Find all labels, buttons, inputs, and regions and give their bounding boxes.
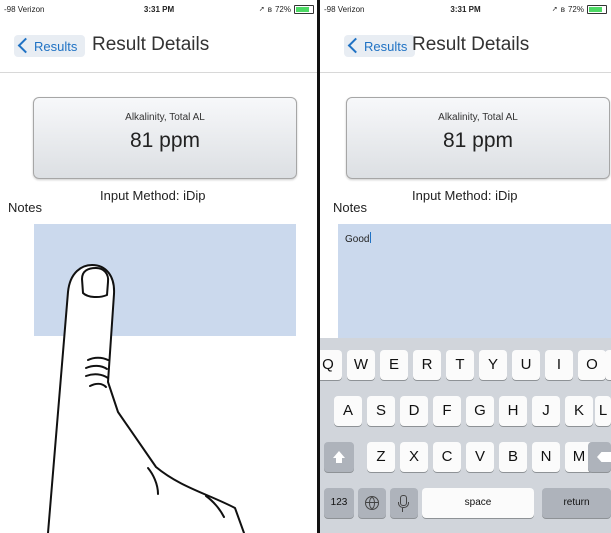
input-method-label: Input Method: iDip xyxy=(100,188,206,203)
key-b[interactable]: B xyxy=(499,442,527,472)
key-o[interactable]: O xyxy=(578,350,606,380)
chevron-left-icon xyxy=(17,37,34,54)
key-e[interactable]: E xyxy=(380,350,408,380)
back-button[interactable]: Results xyxy=(14,35,86,57)
back-button-label: Results xyxy=(364,38,408,54)
key-h[interactable]: H xyxy=(499,396,527,426)
status-bar: -98 Verizon 3:31 PM ➚ ʙ 72% xyxy=(0,0,318,18)
key-g[interactable]: G xyxy=(466,396,494,426)
page-title: Result Details xyxy=(412,34,530,55)
result-parameter: Alkalinity, Total AL xyxy=(438,112,518,123)
shift-icon xyxy=(333,451,345,458)
chevron-left-icon xyxy=(347,37,364,54)
location-arrow-icon: ➚ xyxy=(551,6,558,13)
back-button-label: Results xyxy=(34,38,78,54)
dictation-key[interactable] xyxy=(390,488,418,518)
navigation-bar: Results Result Details xyxy=(320,18,611,72)
globe-icon xyxy=(365,496,379,510)
numbers-key[interactable]: 123 xyxy=(324,488,354,518)
bluetooth-icon: ʙ xyxy=(267,4,272,14)
space-key[interactable]: space xyxy=(422,488,534,518)
return-key[interactable]: return xyxy=(542,488,611,518)
key-s[interactable]: S xyxy=(367,396,395,426)
key-n[interactable]: N xyxy=(532,442,560,472)
onscreen-keyboard: Q W E R T Y U I O P A S D F G H J K L Z … xyxy=(320,338,611,533)
nav-divider xyxy=(0,72,318,73)
nav-divider xyxy=(320,72,611,73)
key-a[interactable]: A xyxy=(334,396,362,426)
back-button[interactable]: Results xyxy=(344,35,416,57)
key-w[interactable]: W xyxy=(347,350,375,380)
backspace-key[interactable] xyxy=(588,442,611,472)
left-phone-screen: -98 Verizon 3:31 PM ➚ ʙ 72% Results Resu… xyxy=(0,0,318,533)
notes-textarea[interactable]: Good xyxy=(338,224,611,344)
key-x[interactable]: X xyxy=(400,442,428,472)
result-card[interactable]: Alkalinity, Total AL 81 ppm xyxy=(33,97,297,179)
key-d[interactable]: D xyxy=(400,396,428,426)
text-caret xyxy=(370,232,372,243)
location-arrow-icon: ➚ xyxy=(258,6,265,13)
result-card[interactable]: Alkalinity, Total AL 81 ppm xyxy=(346,97,610,179)
globe-key[interactable] xyxy=(358,488,386,518)
backspace-icon xyxy=(597,452,611,462)
bluetooth-icon: ʙ xyxy=(560,4,565,14)
page-title: Result Details xyxy=(92,34,210,55)
shift-key[interactable] xyxy=(324,442,354,472)
key-f[interactable]: F xyxy=(433,396,461,426)
key-u[interactable]: U xyxy=(512,350,540,380)
notes-text-value: Good xyxy=(345,234,370,245)
key-t[interactable]: T xyxy=(446,350,474,380)
battery-icon xyxy=(294,4,314,14)
key-i[interactable]: I xyxy=(545,350,573,380)
key-p[interactable]: P xyxy=(605,350,611,380)
result-parameter: Alkalinity, Total AL xyxy=(125,112,205,123)
key-q[interactable]: Q xyxy=(320,350,342,380)
key-k[interactable]: K xyxy=(565,396,593,426)
key-j[interactable]: J xyxy=(532,396,560,426)
input-method-label: Input Method: iDip xyxy=(412,188,518,203)
key-z[interactable]: Z xyxy=(367,442,395,472)
status-bar: -98 Verizon 3:31 PM ➚ ʙ 72% xyxy=(320,0,611,18)
notes-label: Notes xyxy=(333,200,367,215)
notes-text: Good xyxy=(345,232,372,245)
key-v[interactable]: V xyxy=(466,442,494,472)
finger-tap-icon xyxy=(47,264,245,533)
key-y[interactable]: Y xyxy=(479,350,507,380)
battery-percent: 72% xyxy=(567,4,584,14)
notes-label: Notes xyxy=(8,200,42,215)
result-value: 81 ppm xyxy=(129,129,201,152)
result-value: 81 ppm xyxy=(442,129,514,152)
battery-percent: 72% xyxy=(274,4,291,14)
key-r[interactable]: R xyxy=(413,350,441,380)
status-right-group: ➚ ʙ 72% xyxy=(551,4,607,14)
navigation-bar: Results Result Details xyxy=(0,18,318,72)
right-phone-screen: -98 Verizon 3:31 PM ➚ ʙ 72% Results Resu… xyxy=(320,0,611,533)
key-c[interactable]: C xyxy=(433,442,461,472)
key-l[interactable]: L xyxy=(595,396,611,426)
battery-icon xyxy=(587,4,607,14)
status-right-group: ➚ ʙ 72% xyxy=(258,4,314,14)
